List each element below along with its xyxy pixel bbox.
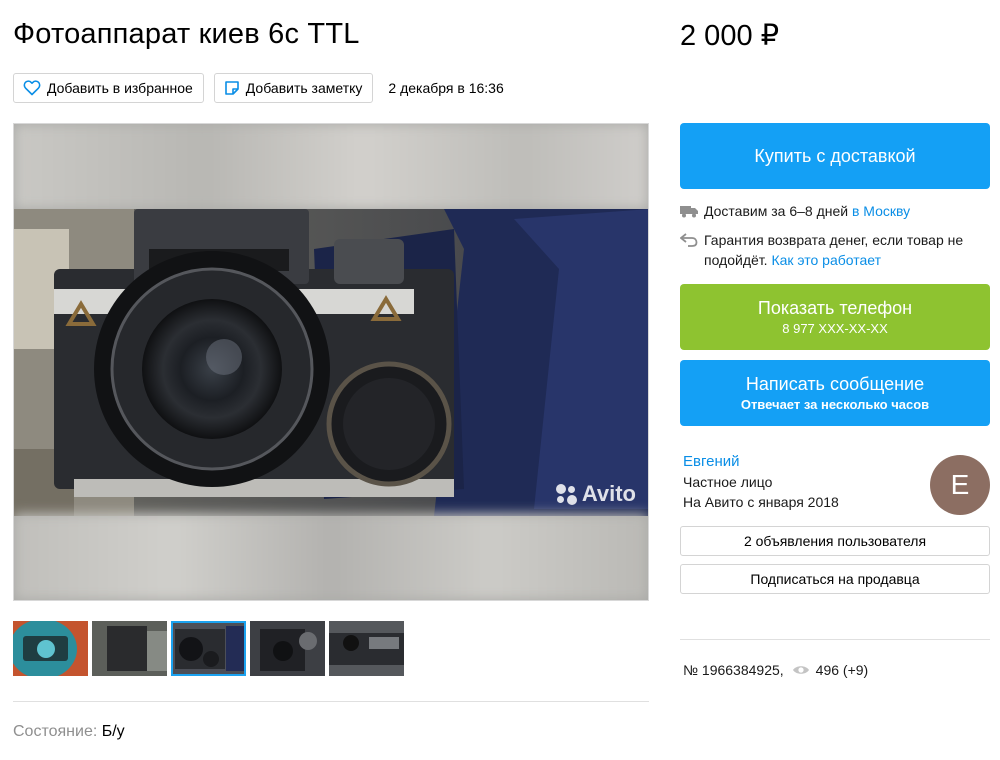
write-message-button[interactable]: Написать сообщение Отвечает за несколько… [680,360,990,426]
condition-param: Состояние: Б/у [13,723,125,741]
avito-logo-icon [554,482,578,506]
write-message-label: Написать сообщение [745,374,925,394]
subscribe-seller-label: Подписаться на продавца [750,571,920,587]
heart-icon [23,80,41,96]
add-note-label: Добавить заметку [245,80,363,96]
listing-toolbar: Добавить в избранное Добавить заметку 2 … [13,73,504,103]
avito-watermark-text: Avito [581,481,636,506]
condition-value: Б/у [101,723,125,740]
subscribe-seller-button[interactable]: Подписаться на продавца [680,564,990,594]
thumbnail[interactable] [92,621,167,676]
listing-price: 2 000 ₽ [680,20,780,52]
add-to-favorites-label: Добавить в избранное [47,80,193,96]
seller-listings-label: 2 объявления пользователя [743,533,927,549]
listing-title: Фотоаппарат киев 6с TTL [13,18,360,50]
listing-number: № 1966384925, [683,662,784,678]
delivery-info: Доставим за 6–8 дней в Москву [680,201,990,221]
photo-blur-top [14,124,648,209]
note-icon [224,81,239,95]
thumbnail[interactable] [250,621,325,676]
delivery-text: Доставим за 6–8 дней [704,203,849,219]
guarantee-info: Гарантия возврата денег, если товар не п… [680,230,970,270]
truck-icon [680,206,698,218]
seller-avatar[interactable]: Е [930,455,990,515]
camera-photo [14,209,648,516]
listing-meta: № 1966384925, 496 (+9) [680,662,990,678]
avatar-letter: Е [950,469,970,500]
thumbnail[interactable] [329,621,404,676]
buy-with-delivery-button[interactable]: Купить с доставкой [680,123,990,189]
delivery-city-link[interactable]: в Москву [852,203,910,219]
add-to-favorites-button[interactable]: Добавить в избранное [13,73,204,103]
condition-key: Состояние: [13,723,98,740]
sidebar-divider [680,639,990,640]
seller-listings-button[interactable]: 2 объявления пользователя [680,526,990,556]
thumbnail-strip [13,621,408,676]
views-count: 496 (+9) [815,662,869,678]
thumbnail[interactable] [13,621,88,676]
add-note-button[interactable]: Добавить заметку [213,73,374,103]
eye-icon [792,666,809,674]
listing-date: 2 декабря в 16:36 [388,80,504,96]
how-it-works-link[interactable]: Как это работает [771,252,881,268]
show-phone-label: Показать телефон [757,298,913,318]
return-arrow-icon [680,233,698,247]
phone-number: 8 977 XXX-XX-XX [782,321,888,336]
content-divider [13,701,649,702]
main-photo[interactable]: Avito [13,123,649,601]
photo-blur-bottom [14,514,648,600]
show-phone-button[interactable]: Показать телефон 8 977 XXX-XX-XX [680,284,990,350]
sidebar: Купить с доставкой Доставим за 6–8 дней … [680,123,990,678]
thumbnail-active[interactable] [171,621,246,676]
response-time: Отвечает за несколько часов [740,397,930,412]
seller-card: Евгений Частное лицо На Авито с января 2… [680,452,990,515]
buy-with-delivery-label: Купить с доставкой [754,145,916,166]
avito-watermark: Avito [554,481,636,507]
